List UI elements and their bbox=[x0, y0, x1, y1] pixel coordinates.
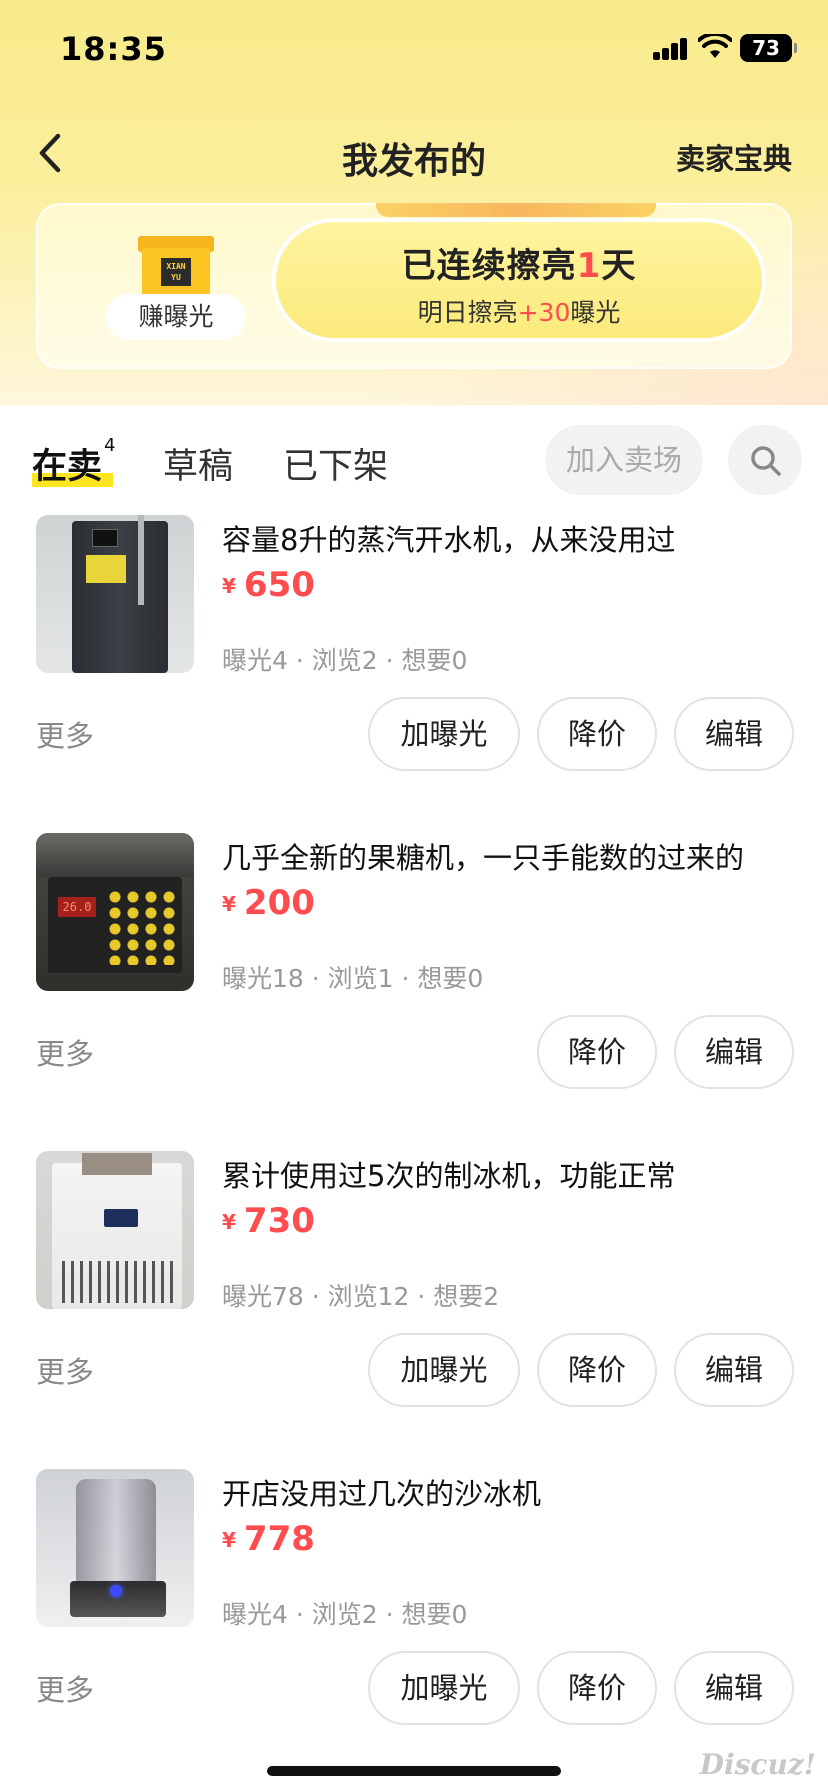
reduce-price-button[interactable]: 降价 bbox=[537, 697, 657, 771]
tab-on-sale[interactable]: 在卖4 bbox=[32, 435, 116, 489]
reduce-price-button[interactable]: 降价 bbox=[537, 1015, 657, 1089]
status-time: 18:35 bbox=[60, 30, 167, 68]
card-glow bbox=[376, 203, 656, 217]
signal-icon bbox=[653, 38, 689, 60]
boost-exposure-button[interactable]: 加曝光 bbox=[368, 697, 520, 771]
tab-removed[interactable]: 已下架 bbox=[283, 438, 388, 489]
listing-item[interactable]: 26.0 几乎全新的果糖机，一只手能数的过来的 ¥200 曝光18 · 浏览1 … bbox=[0, 833, 828, 1133]
seller-guide-link[interactable]: 卖家宝典 bbox=[676, 136, 792, 178]
listing-item[interactable]: 累计使用过5次的制冰机，功能正常 ¥730 曝光78 · 浏览12 · 想要2 … bbox=[0, 1151, 828, 1451]
wifi-icon bbox=[697, 31, 733, 60]
item-price: ¥730 bbox=[222, 1201, 315, 1241]
item-stats: 曝光4 · 浏览2 · 想要0 bbox=[222, 1600, 468, 1629]
more-button[interactable]: 更多 bbox=[36, 1667, 94, 1709]
item-stats: 曝光4 · 浏览2 · 想要0 bbox=[222, 646, 468, 675]
item-thumbnail-syrup-machine[interactable]: 26.0 bbox=[36, 833, 194, 991]
search-icon bbox=[751, 446, 781, 476]
more-button[interactable]: 更多 bbox=[36, 1349, 94, 1391]
item-price: ¥650 bbox=[222, 565, 315, 605]
item-thumbnail-ice-maker[interactable] bbox=[36, 1151, 194, 1309]
reduce-price-button[interactable]: 降价 bbox=[537, 1333, 657, 1407]
streak-bonus-text: 明日擦亮+30曝光 bbox=[417, 298, 621, 327]
listing-item[interactable]: 开店没用过几次的沙冰机 ¥778 曝光4 · 浏览2 · 想要0 更多 加曝光 … bbox=[0, 1469, 828, 1769]
home-indicator[interactable] bbox=[267, 1766, 561, 1776]
watermark: Discuz! bbox=[699, 1748, 816, 1781]
search-button[interactable] bbox=[728, 425, 802, 495]
box-logo-text: XIAN YU bbox=[161, 258, 191, 286]
on-sale-count: 4 bbox=[104, 435, 116, 457]
boost-exposure-button[interactable]: 加曝光 bbox=[368, 1651, 520, 1725]
join-market-button[interactable]: 加入卖场 bbox=[545, 425, 703, 495]
listing-item[interactable]: 容量8升的蒸汽开水机，从来没用过 ¥650 曝光4 · 浏览2 · 想要0 更多… bbox=[0, 515, 828, 815]
item-price: ¥778 bbox=[222, 1519, 315, 1559]
tab-drafts[interactable]: 草稿 bbox=[163, 438, 233, 489]
reduce-price-button[interactable]: 降价 bbox=[537, 1651, 657, 1725]
item-title[interactable]: 开店没用过几次的沙冰机 bbox=[222, 1471, 541, 1513]
xianyu-box-icon: XIAN YU bbox=[138, 236, 214, 296]
status-bar: 18:35 73 bbox=[0, 0, 828, 100]
item-title[interactable]: 容量8升的蒸汽开水机，从来没用过 bbox=[222, 517, 675, 559]
item-thumbnail-blender[interactable] bbox=[36, 1469, 194, 1627]
battery-icon: 73 bbox=[740, 34, 797, 62]
boost-exposure-button[interactable]: 加曝光 bbox=[368, 1333, 520, 1407]
more-button[interactable]: 更多 bbox=[36, 713, 94, 755]
item-stats: 曝光78 · 浏览12 · 想要2 bbox=[222, 1282, 500, 1311]
edit-button[interactable]: 编辑 bbox=[674, 697, 794, 771]
item-stats: 曝光18 · 浏览1 · 想要0 bbox=[222, 964, 484, 993]
streak-button[interactable]: 已连续擦亮1天 明日擦亮+30曝光 bbox=[272, 218, 766, 342]
edit-button[interactable]: 编辑 bbox=[674, 1333, 794, 1407]
edit-button[interactable]: 编辑 bbox=[674, 1651, 794, 1725]
edit-button[interactable]: 编辑 bbox=[674, 1015, 794, 1089]
streak-days-text: 已连续擦亮1天 bbox=[401, 246, 637, 286]
item-thumbnail-kettle[interactable] bbox=[36, 515, 194, 673]
item-title[interactable]: 几乎全新的果糖机，一只手能数的过来的 bbox=[222, 835, 744, 877]
item-price: ¥200 bbox=[222, 883, 315, 923]
item-title[interactable]: 累计使用过5次的制冰机，功能正常 bbox=[222, 1153, 675, 1195]
thumb-display-text: 26.0 bbox=[58, 897, 96, 917]
more-button[interactable]: 更多 bbox=[36, 1031, 94, 1073]
earn-exposure-button[interactable]: 赚曝光 bbox=[106, 294, 246, 340]
